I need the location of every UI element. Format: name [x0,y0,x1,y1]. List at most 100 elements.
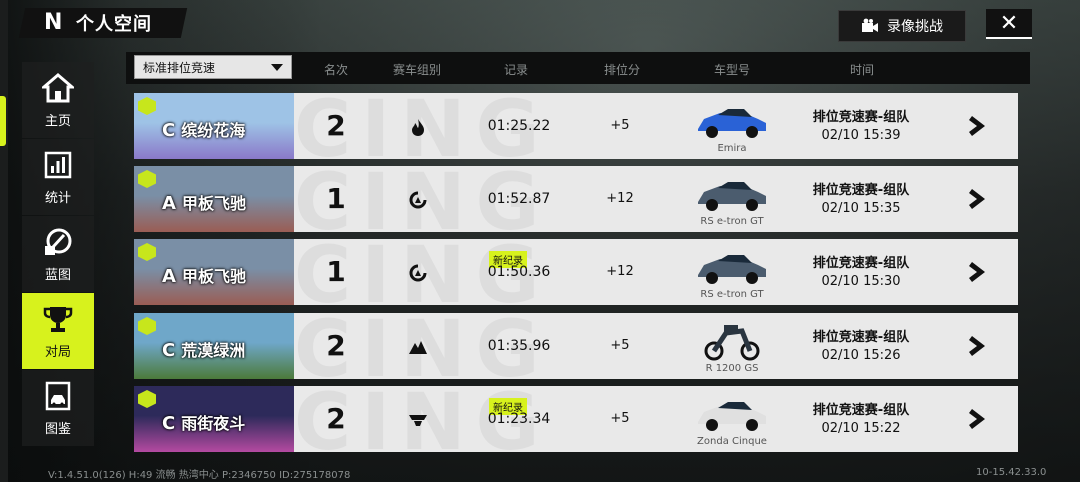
car-image [698,402,766,431]
track-badge-icon [138,317,156,335]
rank-points: +12 [606,264,634,279]
swirl-icon [409,264,427,282]
record-challenge-button[interactable]: 录像挑战 [838,10,966,42]
column-header-group: 赛车组别 [392,63,441,77]
close-button[interactable]: ✕ [986,9,1032,39]
sidebar-item-matches[interactable]: 对局 [22,293,94,369]
car-model-name: Emira [717,143,747,154]
track-title: 甲板飞驰 [181,267,246,286]
mode-filter-value: 标准排位竞速 [143,60,216,75]
track-badge-icon [138,170,156,188]
close-icon: ✕ [999,10,1019,36]
match-date: 02/10 15:22 [821,421,901,436]
car-model-name: R 1200 GS [705,363,759,374]
video-camera-icon [862,18,878,32]
match-date: 02/10 15:39 [821,128,901,143]
rank-points: +12 [606,191,634,206]
sidebar-item-stats[interactable]: 统计 [22,139,94,215]
match-mode: 排位竞速赛-组队 [812,183,910,198]
match-row[interactable]: CING C 缤纷花海 2 01:25.22 +5 Emira 排位竞速赛-组队 02/10 1… [134,93,1018,159]
track-thumbnail: C 缤纷花海 [134,93,294,159]
sidebar-item-label: 图鉴 [44,421,71,437]
trophy-icon [43,306,73,332]
chevron-right-icon[interactable] [968,115,988,137]
track-title: 甲板飞驰 [181,194,246,213]
mode-filter-select[interactable]: 标准排位竞速 [134,55,292,79]
chevron-right-icon[interactable] [968,335,988,357]
chevron-right-icon[interactable] [968,408,988,430]
record-time: 01:25.22 [487,118,551,134]
page-title: 个人空间 [76,14,152,35]
match-row[interactable]: CING A 甲板飞驰 1 新纪录 01:50.36 +12 RS e-tron GT 排位竞速… [134,239,1018,305]
rank-value: 1 [326,182,346,215]
track-title: 荒漠绿洲 [181,341,246,360]
table-header: 标准排位竞速 名次 赛车组别 记录 排位分 车型号 时间 [126,52,1030,84]
left-edge-accent [0,96,6,146]
flame-icon [412,119,424,136]
track-name: C 雨街夜斗 [162,410,245,434]
sidebar-item-blueprint[interactable]: 蓝图 [22,216,94,292]
column-header-time: 时间 [849,63,874,77]
car-image [704,325,760,361]
car-model-name: RS e-tron GT [700,289,764,300]
record-time: 01:23.34 [487,411,551,427]
match-row[interactable]: CING C 荒漠绿洲 2 01:35.96 +5 R 1200 GS 排位竞速赛-组队 02/… [134,313,1018,379]
record-time: 01:52.87 [487,191,551,207]
track-name: A 甲板飞驰 [162,190,246,214]
match-mode: 排位竞速赛-组队 [812,403,910,418]
column-header-record: 记录 [503,63,528,77]
swirl-icon [409,191,427,209]
track-title: 雨街夜斗 [181,414,246,433]
chevron-right-icon[interactable] [968,261,988,283]
column-header-rank: 名次 [323,63,348,77]
car-image [698,182,766,211]
sidebar: 主页 统计 蓝图 对局 图鉴 [22,62,94,447]
app-logo: N [44,10,63,35]
rank-points: +5 [610,338,630,353]
track-badge-icon [138,97,156,115]
match-date: 02/10 15:30 [821,274,901,289]
rank-value: 2 [326,109,346,142]
car-image [698,109,766,138]
catalog-icon [45,381,71,410]
track-thumbnail: A 甲板飞驰 [134,166,294,232]
wing-icon [409,415,427,426]
column-header-points: 排位分 [603,63,640,77]
record-time: 01:35.96 [487,338,551,354]
record-challenge-label: 录像挑战 [887,19,943,35]
track-thumbnail: A 甲板飞驰 [134,239,294,305]
track-grade: C [162,340,176,361]
blueprint-icon [45,228,72,255]
sidebar-item-label: 对局 [44,344,71,360]
record-time: 01:50.36 [487,264,551,280]
match-date: 02/10 15:35 [821,201,901,216]
match-info: 排位竞速赛-组队 02/10 15:30 [796,255,926,291]
build-info: 10-15.42.33.0 [976,467,1047,478]
car-image [698,255,766,284]
track-badge-icon [138,390,156,408]
match-info: 排位竞速赛-组队 02/10 15:22 [796,402,926,438]
match-mode: 排位竞速赛-组队 [812,110,910,125]
chevron-down-icon [271,63,283,71]
rank-value: 2 [326,402,346,435]
rank-points: +5 [610,118,630,133]
sidebar-item-label: 蓝图 [44,267,71,283]
sidebar-item-catalog[interactable]: 图鉴 [22,370,94,446]
match-date: 02/10 15:26 [821,348,901,363]
track-name: C 缤纷花海 [162,117,245,141]
sidebar-item-home[interactable]: 主页 [22,62,94,138]
sidebar-item-label: 主页 [44,113,71,129]
track-grade: A [162,193,176,214]
home-icon [42,72,74,102]
track-grade: A [162,266,176,287]
chevron-right-icon[interactable] [968,188,988,210]
track-thumbnail: C 荒漠绿洲 [134,313,294,379]
sidebar-item-label: 统计 [44,190,71,206]
left-edge-decoration [0,0,8,482]
rank-value: 2 [326,329,346,362]
match-row[interactable]: CING A 甲板飞驰 1 01:52.87 +12 RS e-tron GT 排位竞速赛-组… [134,166,1018,232]
column-header-car: 车型号 [713,63,750,77]
match-info: 排位竞速赛-组队 02/10 15:26 [796,329,926,365]
car-model-name: Zonda Cinque [697,436,767,447]
match-row[interactable]: CING C 雨街夜斗 2 新纪录 01:23.34 +5 Zonda Cinque 排位竞速赛… [134,386,1018,452]
